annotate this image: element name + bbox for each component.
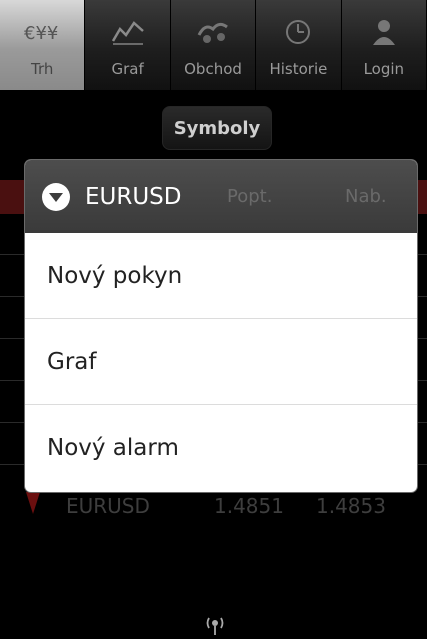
header-col-bid: Popt. <box>227 186 273 207</box>
row-ask: 1.4853 <box>316 494 386 518</box>
row-symbol: EURUSD <box>66 494 150 518</box>
tab-graf[interactable]: Graf <box>85 0 171 91</box>
header-col-ask: Nab. <box>345 186 387 207</box>
symbol-context-dialog: Popt. Nab. EURUSD Nový pokyn Graf Nový a… <box>25 160 417 492</box>
svg-text:€¥¥: €¥¥ <box>24 23 58 44</box>
row-bid: 1.4851 <box>214 494 284 518</box>
table-row[interactable]: EURUSD 1.4851 1.4853 <box>0 486 427 526</box>
history-icon <box>278 14 318 50</box>
symbols-button[interactable]: Symboly <box>162 106 272 150</box>
tab-historie-label: Historie <box>269 60 328 78</box>
tab-trh[interactable]: €¥¥ Trh <box>0 0 86 91</box>
menu-item-new-alarm[interactable]: Nový alarm <box>25 405 417 491</box>
tab-login-label: Login <box>363 60 405 78</box>
tab-login[interactable]: Login <box>341 0 427 91</box>
market-icon: €¥¥ <box>22 14 62 50</box>
tab-trh-label: Trh <box>31 60 54 78</box>
login-icon <box>364 14 404 50</box>
dialog-title: EURUSD <box>85 183 182 210</box>
trade-icon <box>193 14 233 50</box>
pin-icon <box>26 492 40 514</box>
menu-item-chart[interactable]: Graf <box>25 319 417 405</box>
dialog-header: Popt. Nab. EURUSD <box>25 160 417 233</box>
tab-historie[interactable]: Historie <box>256 0 342 91</box>
menu-item-new-order[interactable]: Nový pokyn <box>25 233 417 319</box>
signal-icon <box>204 614 226 636</box>
tab-graf-label: Graf <box>111 60 144 78</box>
chevron-down-circle-icon <box>42 182 70 211</box>
chart-icon <box>108 14 148 50</box>
tab-bar: €¥¥ Trh Graf Obchod Historie Login <box>0 0 427 91</box>
tab-obchod[interactable]: Obchod <box>170 0 257 91</box>
tab-obchod-label: Obchod <box>184 60 242 78</box>
